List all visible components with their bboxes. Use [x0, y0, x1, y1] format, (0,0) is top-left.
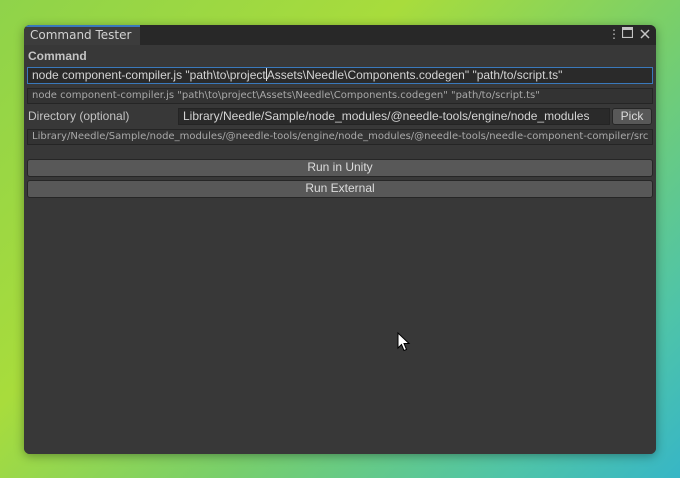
mouse-cursor-icon [397, 331, 411, 356]
directory-label: Directory (optional) [28, 109, 130, 123]
close-icon[interactable] [640, 28, 650, 42]
directory-input[interactable]: Library/Needle/Sample/node_modules/@need… [178, 108, 610, 125]
run-external-button[interactable]: Run External [27, 180, 653, 198]
command-input-text-before: node component-compiler.js "path\to\proj… [32, 68, 266, 82]
tab-command-tester[interactable]: Command Tester [24, 25, 140, 45]
maximize-icon[interactable] [621, 26, 634, 41]
tab-title: Command Tester [30, 28, 132, 42]
pick-button[interactable]: Pick [612, 108, 652, 125]
command-label: Command [28, 49, 87, 63]
run-in-unity-button[interactable]: Run in Unity [27, 159, 653, 177]
resolved-directory: Library/Needle/Sample/node_modules/@need… [27, 129, 653, 145]
command-input[interactable]: node component-compiler.js "path\to\proj… [27, 67, 653, 84]
kebab-menu-icon[interactable]: ⋮ [608, 27, 620, 41]
resolved-command: node component-compiler.js "path\to\proj… [27, 88, 653, 104]
command-tester-window: Command Tester ⋮ Command node component-… [24, 25, 656, 454]
panel-content: Command node component-compiler.js "path… [24, 45, 656, 454]
window-tab-bar: Command Tester ⋮ [24, 25, 656, 45]
command-input-text-after: Assets\Needle\Components.codegen" "path/… [266, 68, 563, 82]
